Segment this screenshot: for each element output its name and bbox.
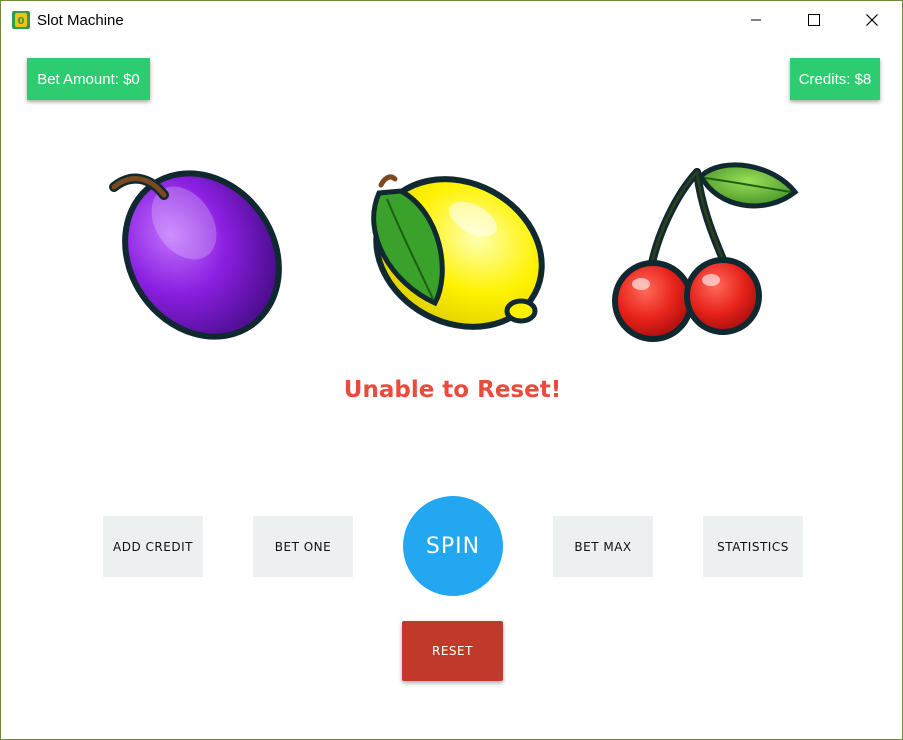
plum-icon bbox=[109, 170, 282, 340]
statistics-button[interactable]: STATISTICS bbox=[703, 516, 803, 577]
title-bar[interactable]: 0 Slot Machine bbox=[1, 1, 902, 39]
svg-text:0: 0 bbox=[18, 16, 25, 27]
close-icon bbox=[866, 14, 878, 26]
maximize-icon bbox=[808, 14, 820, 26]
bet-amount-display: Bet Amount: $0 bbox=[27, 58, 150, 100]
minimize-icon bbox=[751, 19, 761, 21]
app-icon: 0 bbox=[12, 11, 30, 29]
lemon-icon bbox=[371, 174, 545, 330]
spin-button[interactable]: SPIN bbox=[403, 496, 503, 596]
reset-button[interactable]: RESET bbox=[402, 621, 503, 681]
maximize-button[interactable] bbox=[785, 1, 843, 39]
close-button[interactable] bbox=[843, 1, 901, 39]
credits-display: Credits: $8 bbox=[790, 58, 880, 100]
app-window: 0 Slot Machine Bet Amount: $0 Credits: $… bbox=[0, 0, 903, 740]
bet-max-button[interactable]: BET MAX bbox=[553, 516, 653, 577]
minimize-button[interactable] bbox=[727, 1, 785, 39]
bet-one-button[interactable]: BET ONE bbox=[253, 516, 353, 577]
status-message: Unable to Reset! bbox=[343, 377, 562, 403]
add-credit-button[interactable]: ADD CREDIT bbox=[103, 516, 203, 577]
cherry-icon bbox=[612, 162, 799, 342]
window-title: Slot Machine bbox=[37, 12, 124, 29]
